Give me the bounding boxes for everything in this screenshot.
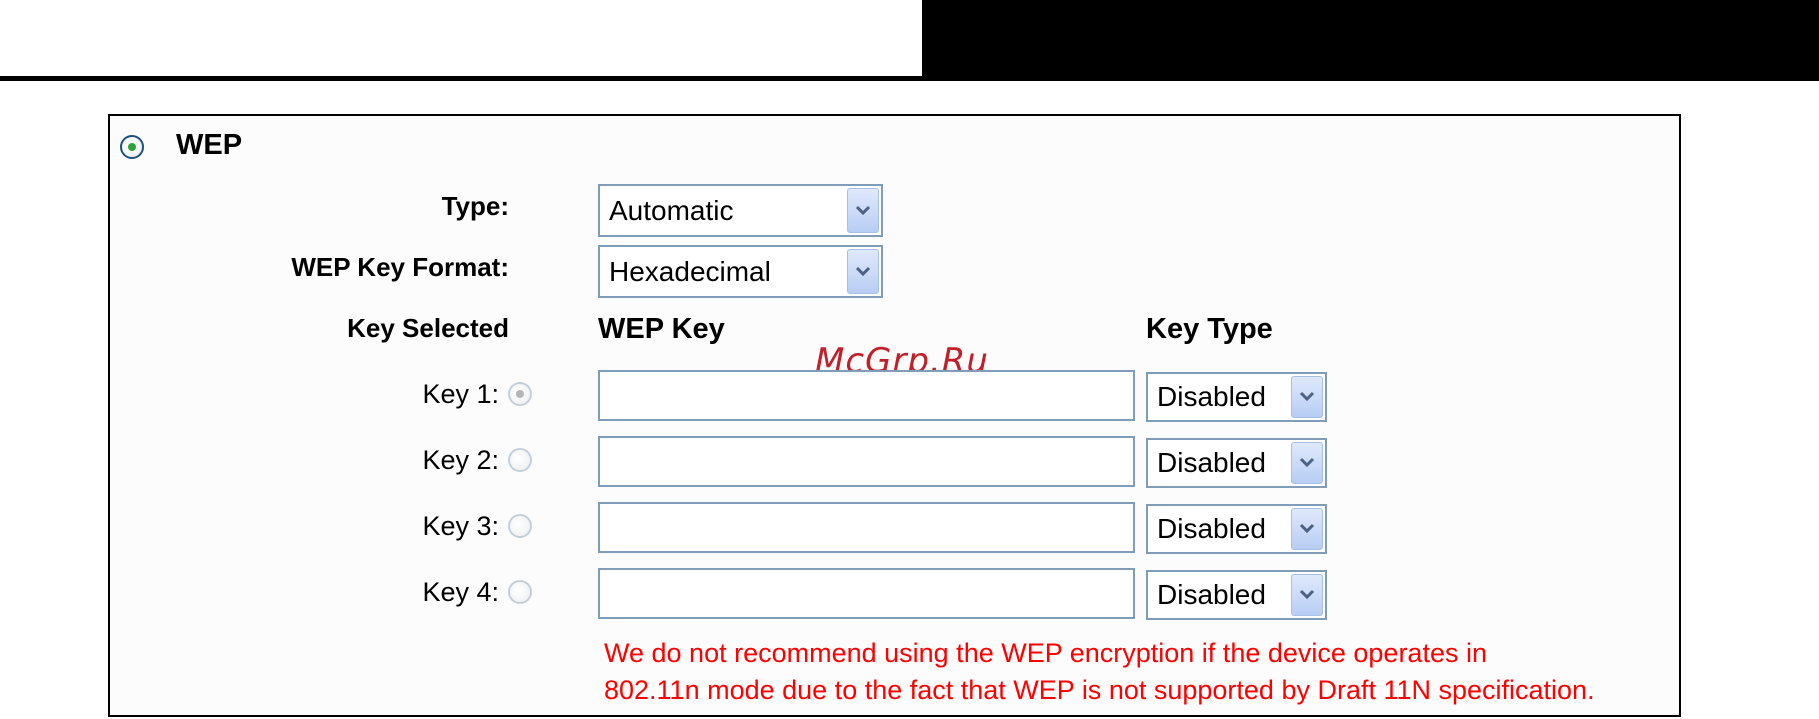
header-divider	[0, 76, 1819, 81]
key-2-radio[interactable]	[508, 448, 532, 472]
key-type-value: Disabled	[1157, 513, 1266, 544]
chevron-down-icon[interactable]	[1291, 574, 1323, 616]
key-type-value: Disabled	[1157, 381, 1266, 412]
key-label: Key 2:	[422, 445, 499, 475]
chevron-down-icon[interactable]	[1291, 508, 1323, 550]
key-4-input[interactable]	[598, 568, 1135, 619]
key-4-radio[interactable]	[508, 580, 532, 604]
chevron-down-icon[interactable]	[847, 188, 879, 233]
key-format-select[interactable]: Hexadecimal	[598, 245, 883, 298]
chevron-down-icon[interactable]	[1291, 376, 1323, 418]
key-selected-header: Key Selected	[347, 313, 509, 343]
wep-radio[interactable]	[120, 135, 144, 159]
wep-warning-text: We do not recommend using the WEP encryp…	[604, 635, 1595, 709]
header-black-bar	[922, 0, 1819, 79]
wep-key-header: WEP Key	[598, 313, 725, 345]
warning-line-1: We do not recommend using the WEP encryp…	[604, 638, 1487, 668]
key-4-type-select[interactable]: Disabled	[1146, 570, 1327, 620]
key-3-type-select[interactable]: Disabled	[1146, 504, 1327, 554]
key-label: Key 1:	[422, 379, 499, 409]
wep-settings-panel: WEP Type: Automatic WEP Key Format: Hexa…	[108, 114, 1681, 717]
key-1-input[interactable]	[598, 370, 1135, 421]
key-2-input[interactable]	[598, 436, 1135, 487]
type-select[interactable]: Automatic	[598, 184, 883, 237]
key-2-type-select[interactable]: Disabled	[1146, 438, 1327, 488]
key-3-radio[interactable]	[508, 514, 532, 538]
key-3-input[interactable]	[598, 502, 1135, 553]
key-1-radio[interactable]	[508, 382, 532, 406]
chevron-down-icon[interactable]	[847, 249, 879, 294]
key-label: Key 4:	[422, 577, 499, 607]
key-format-select-value: Hexadecimal	[609, 255, 771, 287]
key-format-label: WEP Key Format:	[291, 252, 509, 282]
wep-section-title: WEP	[176, 129, 243, 161]
key-1-type-select[interactable]: Disabled	[1146, 372, 1327, 422]
type-label: Type:	[441, 191, 509, 221]
key-type-value: Disabled	[1157, 579, 1266, 610]
chevron-down-icon[interactable]	[1291, 442, 1323, 484]
key-type-value: Disabled	[1157, 447, 1266, 478]
type-select-value: Automatic	[609, 194, 734, 226]
key-label: Key 3:	[422, 511, 499, 541]
warning-line-2: 802.11n mode due to the fact that WEP is…	[604, 675, 1595, 705]
key-type-header: Key Type	[1146, 313, 1273, 345]
